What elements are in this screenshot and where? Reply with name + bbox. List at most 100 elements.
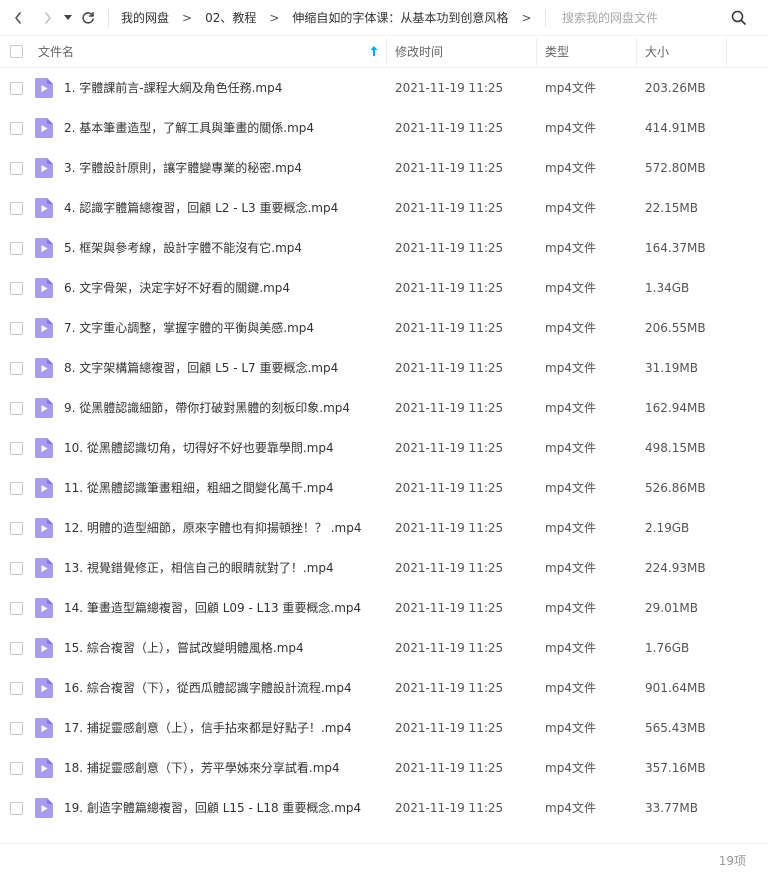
file-name[interactable]: 10. 從黑體認識切角，切得好不好也要靠學問.mp4 bbox=[64, 428, 384, 468]
row-checkbox[interactable] bbox=[10, 322, 23, 335]
footer-divider bbox=[0, 843, 768, 844]
search-input[interactable] bbox=[562, 8, 717, 28]
row-checkbox[interactable] bbox=[10, 162, 23, 175]
forward-button[interactable] bbox=[36, 0, 60, 36]
file-modified-time: 2021-11-19 11:25 bbox=[395, 521, 504, 535]
row-checkbox[interactable] bbox=[10, 482, 23, 495]
file-name[interactable]: 3. 字體設計原則，讓字體變專業的秘密.mp4 bbox=[64, 148, 384, 188]
row-checkbox[interactable] bbox=[10, 242, 23, 255]
file-type: mp4文件 bbox=[545, 361, 596, 375]
column-header-modified[interactable]: 修改时间 bbox=[395, 36, 443, 68]
row-checkbox[interactable] bbox=[10, 602, 23, 615]
row-checkbox[interactable] bbox=[10, 282, 23, 295]
file-row[interactable]: 1. 字體課前言-課程大綱及角色任務.mp4 2021-11-19 11:25 mp… bbox=[0, 68, 768, 108]
file-row[interactable]: 14. 筆畫造型篇總複習，回顧 L09 - L13 重要概念.mp4 2021-1… bbox=[0, 588, 768, 628]
column-divider[interactable] bbox=[386, 38, 387, 66]
row-checkbox[interactable] bbox=[10, 762, 23, 775]
breadcrumb-item-tutorials[interactable]: 02、教程 bbox=[203, 9, 258, 26]
search-icon bbox=[731, 10, 746, 25]
file-row[interactable]: 11. 從黑體認識筆畫粗細，粗細之間變化萬千.mp4 2021-11-19 11:… bbox=[0, 468, 768, 508]
row-checkbox[interactable] bbox=[10, 202, 23, 215]
select-all-checkbox[interactable] bbox=[10, 45, 23, 58]
breadcrumb-separator: > bbox=[521, 10, 532, 25]
file-name[interactable]: 19. 創造字體篇總複習，回顧 L15 - L18 重要概念.mp4 bbox=[64, 788, 384, 828]
file-name[interactable]: 8. 文字架構篇總複習，回顧 L5 - L7 重要概念.mp4 bbox=[64, 348, 384, 388]
file-row[interactable]: 2. 基本筆畫造型，了解工具與筆畫的關係.mp4 2021-11-19 11:25… bbox=[0, 108, 768, 148]
file-row[interactable]: 19. 創造字體篇總複習，回顧 L15 - L18 重要概念.mp4 2021-1… bbox=[0, 788, 768, 828]
column-divider[interactable] bbox=[636, 38, 637, 66]
file-name[interactable]: 9. 從黑體認識細節，帶你打破對黑體的刻板印象.mp4 bbox=[64, 388, 384, 428]
file-size: 1.34GB bbox=[645, 281, 690, 295]
file-row[interactable]: 9. 從黑體認識細節，帶你打破對黑體的刻板印象.mp4 2021-11-19 11… bbox=[0, 388, 768, 428]
column-header-name[interactable]: 文件名 bbox=[38, 36, 74, 68]
file-type: mp4文件 bbox=[545, 441, 596, 455]
file-type: mp4文件 bbox=[545, 241, 596, 255]
file-name[interactable]: 14. 筆畫造型篇總複習，回顧 L09 - L13 重要概念.mp4 bbox=[64, 588, 384, 628]
file-row[interactable]: 5. 框架與參考線，設計字體不能沒有它.mp4 2021-11-19 11:25 m… bbox=[0, 228, 768, 268]
file-name[interactable]: 6. 文字骨架，決定字好不好看的關鍵.mp4 bbox=[64, 268, 384, 308]
refresh-icon bbox=[82, 11, 94, 24]
row-checkbox[interactable] bbox=[10, 362, 23, 375]
file-name[interactable]: 11. 從黑體認識筆畫粗細，粗細之間變化萬千.mp4 bbox=[64, 468, 384, 508]
file-name[interactable]: 2. 基本筆畫造型，了解工具與筆畫的關係.mp4 bbox=[64, 108, 384, 148]
file-row[interactable]: 7. 文字重心調整，掌握字體的平衡與美感.mp4 2021-11-19 11:25… bbox=[0, 308, 768, 348]
file-modified-time: 2021-11-19 11:25 bbox=[395, 761, 504, 775]
file-row[interactable]: 10. 從黑體認識切角，切得好不好也要靠學問.mp4 2021-11-19 11:… bbox=[0, 428, 768, 468]
back-button[interactable] bbox=[6, 0, 30, 36]
file-row[interactable]: 13. 視覺錯覺修正，相信自己的眼睛就對了！.mp4 2021-11-19 11:… bbox=[0, 548, 768, 588]
video-file-icon bbox=[35, 558, 53, 578]
column-header-size[interactable]: 大小 bbox=[645, 36, 669, 68]
row-checkbox[interactable] bbox=[10, 562, 23, 575]
row-checkbox[interactable] bbox=[10, 642, 23, 655]
row-checkbox[interactable] bbox=[10, 402, 23, 415]
file-row[interactable]: 18. 捕捉靈感創意（下），芳平學姊來分享試看.mp4 2021-11-19 11… bbox=[0, 748, 768, 788]
file-name[interactable]: 7. 文字重心調整，掌握字體的平衡與美感.mp4 bbox=[64, 308, 384, 348]
row-checkbox[interactable] bbox=[10, 522, 23, 535]
video-file-icon bbox=[35, 118, 53, 138]
breadcrumb-item-root[interactable]: 我的网盘 bbox=[119, 9, 171, 26]
file-type: mp4文件 bbox=[545, 81, 596, 95]
file-type: mp4文件 bbox=[545, 721, 596, 735]
sort-up-arrow-icon[interactable] bbox=[369, 45, 379, 57]
history-dropdown-button[interactable] bbox=[60, 0, 76, 36]
file-name[interactable]: 5. 框架與參考線，設計字體不能沒有它.mp4 bbox=[64, 228, 384, 268]
file-name[interactable]: 18. 捕捉靈感創意（下），芳平學姊來分享試看.mp4 bbox=[64, 748, 384, 788]
row-checkbox[interactable] bbox=[10, 682, 23, 695]
file-row[interactable]: 17. 捕捉靈感創意（上），信手拈來都是好點子！.mp4 2021-11-19 1… bbox=[0, 708, 768, 748]
row-checkbox[interactable] bbox=[10, 802, 23, 815]
video-file-icon bbox=[35, 798, 53, 818]
column-divider[interactable] bbox=[726, 38, 727, 66]
column-header-type[interactable]: 类型 bbox=[545, 36, 569, 68]
file-size: 162.94MB bbox=[645, 401, 706, 415]
row-checkbox[interactable] bbox=[10, 442, 23, 455]
video-file-icon bbox=[35, 718, 53, 738]
file-name[interactable]: 13. 視覺錯覺修正，相信自己的眼睛就對了！.mp4 bbox=[64, 548, 384, 588]
file-row[interactable]: 3. 字體設計原則，讓字體變專業的秘密.mp4 2021-11-19 11:25 m… bbox=[0, 148, 768, 188]
file-row[interactable]: 12. 明體的造型細節，原來字體也有抑揚頓挫！？ .mp4 2021-11-19 … bbox=[0, 508, 768, 548]
video-file-icon bbox=[35, 278, 53, 298]
file-modified-time: 2021-11-19 11:25 bbox=[395, 561, 504, 575]
file-name[interactable]: 4. 認識字體篇總複習，回顧 L2 - L3 重要概念.mp4 bbox=[64, 188, 384, 228]
file-name[interactable]: 12. 明體的造型細節，原來字體也有抑揚頓挫！？ .mp4 bbox=[64, 508, 384, 548]
file-modified-time: 2021-11-19 11:25 bbox=[395, 481, 504, 495]
file-row[interactable]: 16. 綜合複習（下），從西瓜體認識字體設計流程.mp4 2021-11-19 1… bbox=[0, 668, 768, 708]
search-button[interactable] bbox=[731, 10, 746, 28]
breadcrumb-item-current[interactable]: 伸缩自如的字体课：从基本功到创意风格 bbox=[290, 9, 510, 26]
file-type: mp4文件 bbox=[545, 641, 596, 655]
file-row[interactable]: 8. 文字架構篇總複習，回顧 L5 - L7 重要概念.mp4 2021-11-1… bbox=[0, 348, 768, 388]
file-modified-time: 2021-11-19 11:25 bbox=[395, 361, 504, 375]
file-type: mp4文件 bbox=[545, 481, 596, 495]
file-type: mp4文件 bbox=[545, 201, 596, 215]
file-name[interactable]: 16. 綜合複習（下），從西瓜體認識字體設計流程.mp4 bbox=[64, 668, 384, 708]
file-row[interactable]: 15. 綜合複習（上），嘗試改變明體風格.mp4 2021-11-19 11:25… bbox=[0, 628, 768, 668]
row-checkbox[interactable] bbox=[10, 722, 23, 735]
refresh-button[interactable] bbox=[76, 0, 100, 36]
column-divider[interactable] bbox=[536, 38, 537, 66]
file-name[interactable]: 1. 字體課前言-課程大綱及角色任務.mp4 bbox=[64, 68, 384, 108]
file-name[interactable]: 17. 捕捉靈感創意（上），信手拈來都是好點子！.mp4 bbox=[64, 708, 384, 748]
file-name[interactable]: 15. 綜合複習（上），嘗試改變明體風格.mp4 bbox=[64, 628, 384, 668]
row-checkbox[interactable] bbox=[10, 82, 23, 95]
file-row[interactable]: 4. 認識字體篇總複習，回顧 L2 - L3 重要概念.mp4 2021-11-1… bbox=[0, 188, 768, 228]
row-checkbox[interactable] bbox=[10, 122, 23, 135]
file-row[interactable]: 6. 文字骨架，決定字好不好看的關鍵.mp4 2021-11-19 11:25 mp… bbox=[0, 268, 768, 308]
